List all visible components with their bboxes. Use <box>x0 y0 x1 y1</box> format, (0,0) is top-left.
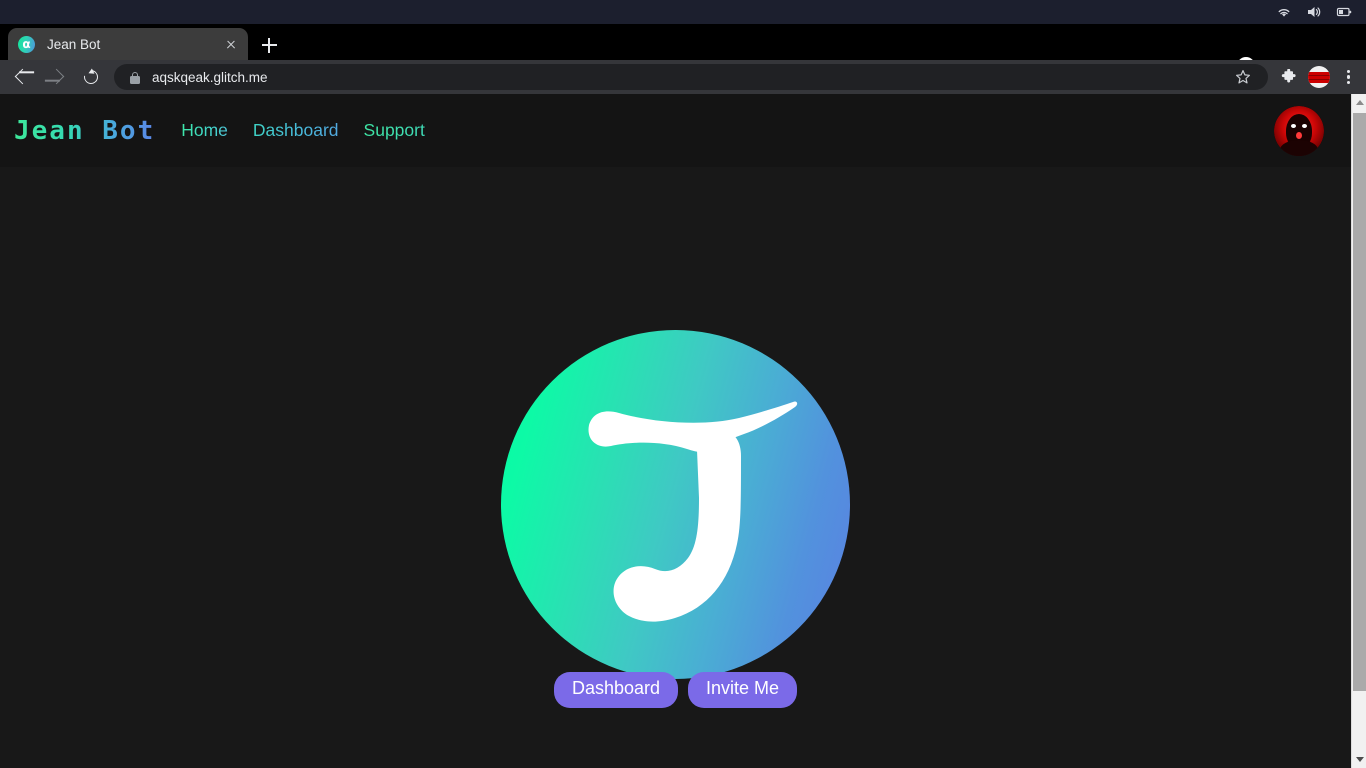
nav-link-home[interactable]: Home <box>181 120 228 141</box>
hero-section: Dashboard Invite Me <box>0 167 1351 768</box>
new-tab-button[interactable] <box>256 33 282 57</box>
web-page: Jean Bot Home Dashboard Support Dashboar… <box>0 94 1351 768</box>
site-logo-text[interactable]: Jean Bot <box>14 116 155 146</box>
scrollbar-thumb[interactable] <box>1353 113 1366 691</box>
browser-toolbar: aqskqeak.glitch.me <box>0 60 1366 94</box>
site-header: Jean Bot Home Dashboard Support <box>0 94 1351 167</box>
site-nav: Home Dashboard Support <box>181 120 425 141</box>
browser-tab[interactable]: Jean Bot <box>8 28 248 60</box>
user-avatar[interactable] <box>1274 106 1324 156</box>
dashboard-button[interactable]: Dashboard <box>553 672 679 708</box>
wifi-icon[interactable] <box>1276 4 1292 20</box>
tab-title: Jean Bot <box>47 36 101 52</box>
address-bar-url: aqskqeak.glitch.me <box>152 69 268 85</box>
tab-favicon-icon <box>18 35 35 53</box>
page-viewport: Jean Bot Home Dashboard Support Dashboar… <box>0 94 1366 768</box>
lock-icon <box>128 70 142 84</box>
battery-icon[interactable] <box>1336 4 1352 20</box>
page-scrollbar[interactable] <box>1351 94 1366 768</box>
jean-bot-logo-icon <box>501 330 850 679</box>
back-button[interactable] <box>6 60 40 94</box>
browser-profile-avatar[interactable] <box>1308 66 1330 88</box>
invite-me-button[interactable]: Invite Me <box>688 672 798 708</box>
reload-button[interactable] <box>74 60 108 94</box>
bookmark-star-icon[interactable] <box>1228 64 1258 90</box>
browser-menu-icon[interactable] <box>1334 60 1362 94</box>
hero-button-row: Dashboard Invite Me <box>0 672 1351 708</box>
nav-link-dashboard[interactable]: Dashboard <box>253 120 339 141</box>
os-status-bar <box>0 0 1366 24</box>
volume-icon[interactable] <box>1306 4 1322 20</box>
browser-tab-strip: Jean Bot <box>0 24 1366 75</box>
address-bar[interactable]: aqskqeak.glitch.me <box>114 64 1268 90</box>
tab-close-icon[interactable] <box>222 35 240 53</box>
scrollbar-up-arrow-icon[interactable] <box>1352 94 1366 111</box>
extensions-icon[interactable] <box>1274 60 1304 94</box>
nav-link-support[interactable]: Support <box>364 120 425 141</box>
scrollbar-down-arrow-icon[interactable] <box>1352 751 1366 768</box>
forward-button[interactable] <box>40 60 74 94</box>
